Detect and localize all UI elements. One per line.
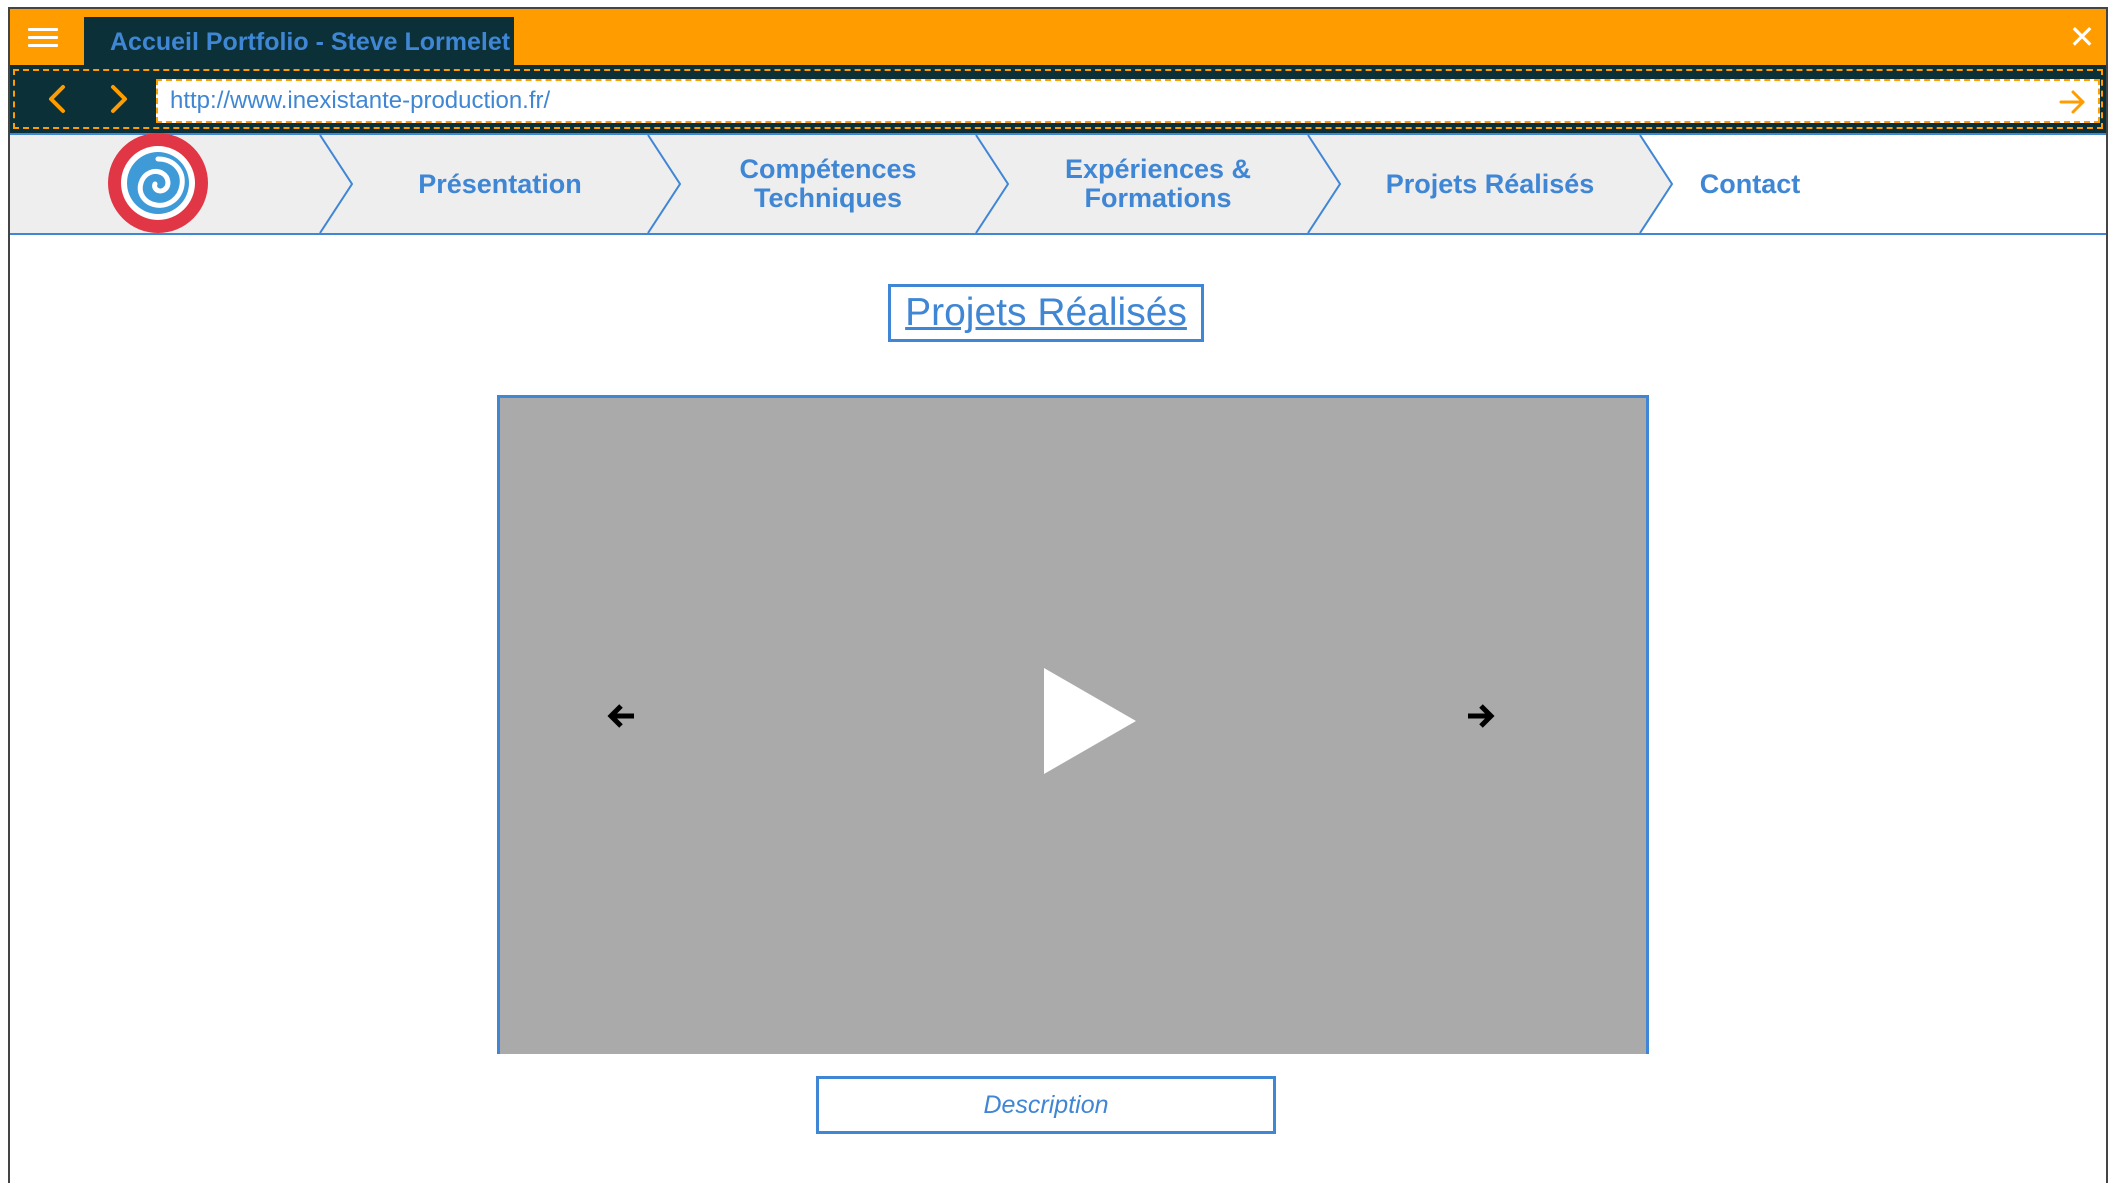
- nav-item-competences[interactable]: Compétences Techniques: [680, 135, 976, 233]
- hamburger-menu-icon[interactable]: [18, 19, 68, 55]
- chevron-right-icon[interactable]: [98, 79, 138, 119]
- site-navigation: Présentation Compétences Techniques Expé…: [10, 133, 2106, 235]
- nav-item-presentation[interactable]: Présentation: [352, 135, 648, 233]
- url-input[interactable]: http://www.inexistante-production.fr/: [156, 79, 2100, 123]
- address-bar: http://www.inexistante-production.fr/: [10, 65, 2106, 133]
- play-icon[interactable]: [1040, 666, 1140, 776]
- project-carousel[interactable]: [497, 395, 1649, 1054]
- chevron-left-icon[interactable]: [38, 79, 78, 119]
- nav-item-projets[interactable]: Projets Réalisés: [1340, 135, 1640, 233]
- nav-item-contact[interactable]: Contact: [1672, 135, 1828, 233]
- browser-tab[interactable]: Accueil Portfolio - Steve Lormelet: [84, 17, 514, 67]
- arrow-left-icon[interactable]: [606, 700, 638, 732]
- tab-title: Accueil Portfolio - Steve Lormelet: [110, 28, 511, 56]
- url-text: http://www.inexistante-production.fr/: [170, 87, 551, 114]
- nav-item-label: Compétences Techniques: [739, 154, 917, 213]
- nav-item-label: Expériences & Formations: [1064, 154, 1252, 213]
- description-box: Description: [816, 1076, 1276, 1134]
- nav-item-label: Contact: [1699, 168, 1801, 199]
- nav-item-experiences[interactable]: Expériences & Formations: [1008, 135, 1308, 233]
- close-icon[interactable]: ✕: [2064, 19, 2100, 55]
- page-title[interactable]: Projets Réalisés: [888, 284, 1204, 342]
- title-bar: Accueil Portfolio - Steve Lormelet ✕: [10, 9, 2106, 67]
- arrow-right-icon[interactable]: [2058, 87, 2088, 117]
- nav-item-label: Présentation: [418, 168, 582, 199]
- browser-window: Accueil Portfolio - Steve Lormelet ✕ htt…: [8, 7, 2108, 1183]
- arrow-right-icon[interactable]: [1464, 700, 1496, 732]
- nav-item-label: Projets Réalisés: [1385, 168, 1595, 199]
- spiral-logo-icon[interactable]: [106, 131, 210, 235]
